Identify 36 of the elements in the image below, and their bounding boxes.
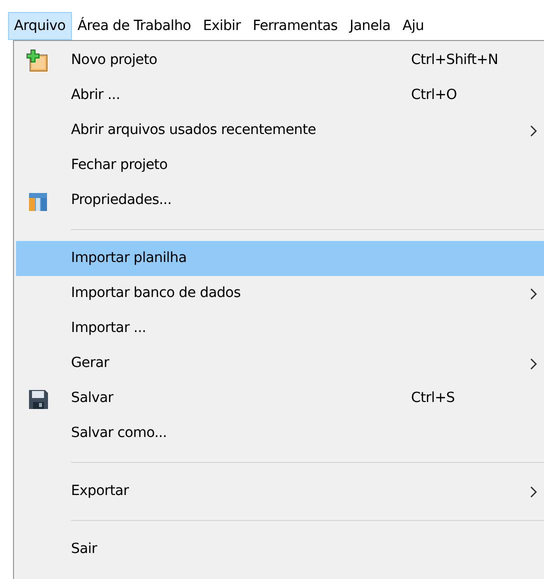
menu-bar-item[interactable]: Área de Trabalho: [72, 12, 197, 40]
new-project-icon: [26, 48, 50, 72]
menu-item-label: Gerar: [71, 354, 110, 373]
menu-item[interactable]: Abrir arquivos usados recentemente: [16, 113, 544, 148]
menu-item-label: Importar planilha: [71, 249, 187, 268]
menu-item-label: Importar banco de dados: [71, 284, 241, 303]
menu-item[interactable]: Salvar Ctrl+S: [16, 381, 544, 416]
menu-item-label: Abrir ...: [71, 86, 120, 105]
menu-bar-item[interactable]: Exibir: [196, 12, 247, 40]
menu-item[interactable]: Exportar: [16, 474, 544, 509]
menu-item-label: Fechar projeto: [71, 156, 168, 175]
menu-item-label: Propriedades...: [71, 191, 172, 210]
menu-bar-item[interactable]: Arquivo: [8, 12, 72, 40]
menu-item[interactable]: Propriedades...: [16, 183, 544, 218]
menu-item[interactable]: Importar planilha: [16, 241, 544, 276]
menu-item-label: Importar ...: [71, 319, 146, 338]
menu-item-label: Novo projeto: [71, 51, 158, 70]
menu-item[interactable]: Fechar projeto: [16, 148, 544, 183]
menu-item[interactable]: Novo projeto Ctrl+Shift+N: [16, 43, 544, 78]
menu-bar-item[interactable]: Janela: [344, 12, 397, 40]
menu-item-label: Salvar: [71, 389, 114, 408]
menu-bar-item[interactable]: Ferramentas: [246, 12, 344, 40]
menu-item[interactable]: Importar banco de dados: [16, 276, 544, 311]
menu-item-label: Sair: [71, 540, 97, 559]
menu-item[interactable]: Importar ...: [16, 311, 544, 346]
menu-item-label: Abrir arquivos usados recentemente: [71, 121, 316, 140]
menu-item[interactable]: Gerar: [16, 346, 544, 381]
shortcut-label: Ctrl+Shift+N: [411, 51, 500, 70]
menu-item-label: Exportar: [71, 482, 129, 501]
shortcut-label: Ctrl+S: [411, 389, 456, 408]
menu-item[interactable]: Sair: [16, 532, 544, 567]
menu-item-label: Salvar como...: [71, 424, 167, 443]
menu-bar-item[interactable]: Aju: [396, 12, 430, 40]
shortcut-label: Ctrl+O: [411, 86, 458, 105]
menu-item[interactable]: Abrir ... Ctrl+O: [16, 78, 544, 113]
menu-item[interactable]: Salvar como...: [16, 416, 544, 451]
